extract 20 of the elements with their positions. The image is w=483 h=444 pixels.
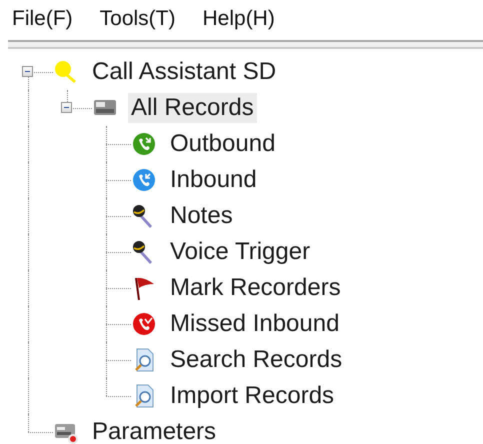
- key-icon: [53, 59, 79, 85]
- collapse-button[interactable]: [61, 102, 72, 113]
- tree-item[interactable]: Inbound: [167, 165, 260, 195]
- menu-item[interactable]: Tools(T): [100, 7, 176, 33]
- phone-icon: [131, 167, 157, 193]
- tree-item[interactable]: All Records: [128, 93, 257, 123]
- tree-item[interactable]: Import Records: [167, 381, 338, 411]
- menu-item[interactable]: Help(H): [202, 7, 275, 33]
- collapse-button[interactable]: [22, 66, 33, 77]
- tree-item[interactable]: Outbound: [167, 129, 278, 159]
- tree-item[interactable]: Notes: [167, 201, 236, 231]
- tree-item[interactable]: Call Assistant SD: [89, 57, 280, 87]
- tree-item[interactable]: Parameters: [89, 417, 220, 444]
- tree-item[interactable]: Search Records: [167, 345, 346, 375]
- tree-item[interactable]: Voice Trigger: [167, 237, 314, 267]
- phone-icon: [131, 131, 157, 157]
- menu-item[interactable]: File(F): [12, 7, 73, 33]
- tree-item[interactable]: Missed Inbound: [167, 309, 342, 339]
- phone-icon: [131, 311, 157, 337]
- tree-item[interactable]: Mark Recorders: [167, 273, 344, 303]
